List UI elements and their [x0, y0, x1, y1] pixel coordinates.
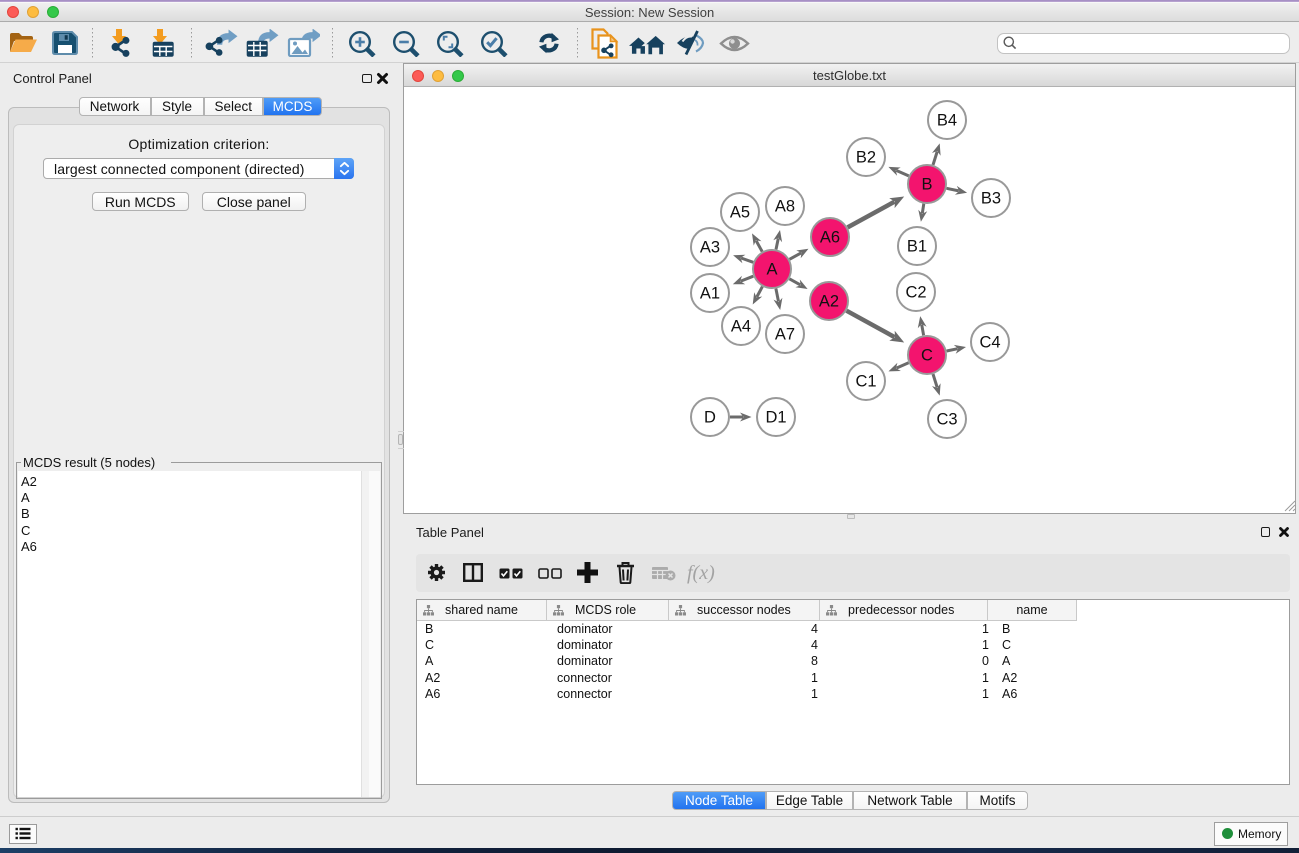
svg-text:C1: C1 [855, 373, 876, 391]
svg-text:A1: A1 [700, 285, 720, 303]
svg-text:A3: A3 [700, 239, 720, 257]
svg-text:C: C [921, 347, 933, 365]
svg-text:C4: C4 [979, 334, 1000, 352]
svg-text:A4: A4 [731, 318, 751, 336]
svg-text:B4: B4 [937, 112, 957, 130]
svg-text:D1: D1 [765, 409, 786, 427]
svg-text:A6: A6 [820, 229, 840, 247]
svg-text:D: D [704, 409, 716, 427]
svg-text:A2: A2 [819, 293, 839, 311]
svg-text:B3: B3 [981, 190, 1001, 208]
svg-text:B: B [921, 176, 932, 194]
svg-text:C2: C2 [905, 284, 926, 302]
svg-text:A7: A7 [775, 326, 795, 344]
svg-text:A8: A8 [775, 198, 795, 216]
svg-text:A: A [766, 261, 777, 279]
svg-text:C3: C3 [936, 411, 957, 429]
svg-text:B2: B2 [856, 149, 876, 167]
svg-text:B1: B1 [907, 238, 927, 256]
svg-text:A5: A5 [730, 204, 750, 222]
